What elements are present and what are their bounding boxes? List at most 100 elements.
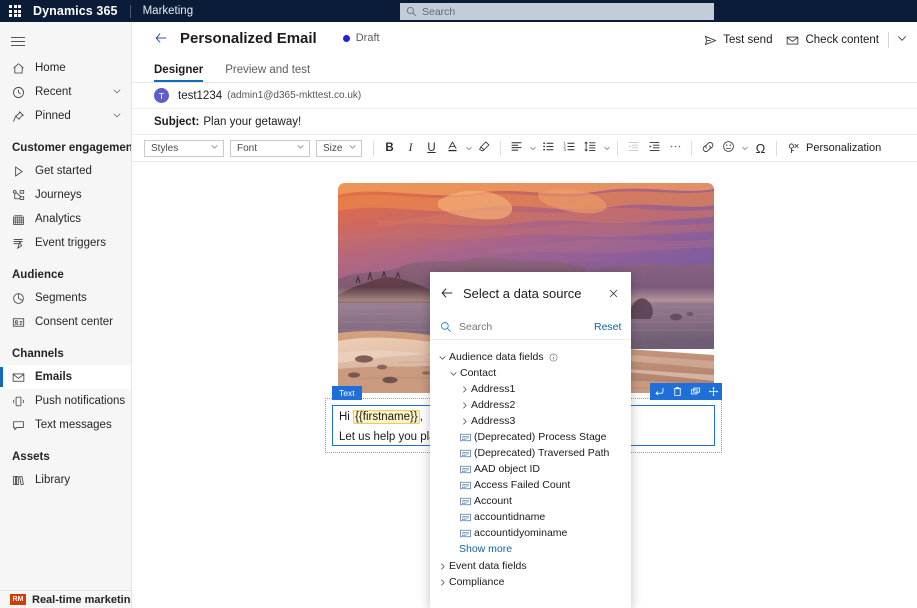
area-switcher[interactable]: RM Real-time marketing bbox=[0, 590, 131, 608]
sidebar-item-pinned[interactable]: Pinned bbox=[0, 104, 131, 128]
font-color-caret[interactable] bbox=[463, 138, 474, 159]
test-send-button[interactable]: Test send bbox=[697, 31, 779, 50]
search-input[interactable] bbox=[459, 320, 594, 333]
subject-row[interactable]: Subject: Plan your getaway! bbox=[132, 109, 917, 135]
sidebar-item-label: Consent center bbox=[35, 316, 113, 328]
test-send-label: Test send bbox=[723, 34, 773, 46]
italic-button[interactable]: I bbox=[400, 138, 421, 159]
info-icon[interactable] bbox=[549, 353, 558, 362]
tab-bar: Designer Preview and test bbox=[132, 54, 917, 82]
check-content-label: Check content bbox=[805, 34, 879, 46]
personalization-token[interactable]: {{firstname}} bbox=[353, 410, 420, 424]
align-button[interactable] bbox=[506, 138, 527, 159]
sidebar-group-title: Assets bbox=[12, 451, 50, 463]
page-header: Personalized Email Draft Test send Check… bbox=[132, 22, 917, 54]
sidebar-item-get-started[interactable]: Get started bbox=[0, 159, 131, 183]
status-dot-icon bbox=[342, 34, 350, 42]
sidebar-item-label: Library bbox=[35, 474, 71, 486]
sidebar-item-library[interactable]: Library bbox=[0, 468, 131, 492]
page-title: Personalized Email bbox=[180, 29, 317, 47]
play-triangle-icon bbox=[10, 163, 27, 179]
sidebar-item-consent-center[interactable]: Consent center bbox=[0, 310, 131, 334]
line-spacing-caret[interactable] bbox=[601, 138, 612, 159]
emoji-button[interactable] bbox=[718, 138, 739, 159]
tree-field-accountidyominame[interactable]: accountidyominame bbox=[430, 525, 631, 541]
sidebar-item-label: Home bbox=[35, 62, 66, 74]
chevron-right-icon bbox=[458, 417, 471, 426]
search-icon bbox=[406, 6, 417, 17]
field-icon bbox=[460, 481, 474, 490]
tab-preview-and-test[interactable]: Preview and test bbox=[225, 64, 310, 82]
sidebar-item-label: Recent bbox=[35, 86, 72, 98]
tab-designer[interactable]: Designer bbox=[154, 64, 204, 82]
tree-field-access-failed-count[interactable]: Access Failed Count bbox=[430, 477, 631, 493]
duplicate-icon[interactable] bbox=[686, 383, 704, 400]
tree-node-address3[interactable]: Address3 bbox=[430, 413, 631, 429]
hamburger-menu-icon bbox=[11, 34, 25, 49]
tree-node-audience-data-fields[interactable]: Audience data fields bbox=[430, 349, 631, 365]
header-overflow-button[interactable] bbox=[891, 28, 913, 52]
close-icon[interactable] bbox=[606, 286, 621, 301]
waffle-menu-button[interactable] bbox=[0, 0, 30, 22]
delete-icon[interactable] bbox=[668, 383, 686, 400]
dialog-search-row: Reset bbox=[430, 314, 631, 340]
personalization-button[interactable]: Personalization bbox=[782, 140, 886, 157]
sidebar-item-emails[interactable]: Emails bbox=[0, 365, 131, 389]
check-content-button[interactable]: Check content bbox=[779, 31, 886, 50]
tree-field-aad-object-id[interactable]: AAD object ID bbox=[430, 461, 631, 477]
tree-node-contact[interactable]: Contact bbox=[430, 365, 631, 381]
brand-title: Dynamics 365 bbox=[33, 4, 118, 18]
global-search-input[interactable]: Search bbox=[400, 3, 714, 20]
tree-node-label: Event data fields bbox=[449, 560, 527, 572]
align-left-icon bbox=[510, 140, 523, 156]
nav-collapse-button[interactable] bbox=[0, 26, 36, 56]
line-spacing-button[interactable] bbox=[580, 138, 601, 159]
subject-value: Plan your getaway! bbox=[203, 115, 302, 128]
indent-icon bbox=[648, 140, 661, 156]
numbered-list-icon: 123 bbox=[563, 140, 576, 156]
more-horizontal-icon bbox=[669, 140, 682, 156]
styles-dropdown[interactable]: Styles bbox=[144, 139, 224, 157]
sidebar-item-journeys[interactable]: Journeys bbox=[0, 183, 131, 207]
sidebar-item-event-triggers[interactable]: Event triggers bbox=[0, 231, 131, 255]
sidebar-item-push-notifications[interactable]: Push notifications bbox=[0, 389, 131, 413]
font-color-button[interactable] bbox=[442, 138, 463, 159]
bold-button[interactable]: B bbox=[379, 138, 400, 159]
sidebar-item-analytics[interactable]: Analytics bbox=[0, 207, 131, 231]
undo-icon[interactable] bbox=[650, 383, 668, 400]
tree-node-address2[interactable]: Address2 bbox=[430, 397, 631, 413]
sidebar-item-home[interactable]: Home bbox=[0, 56, 131, 80]
tree-field-deprecated-process-stage[interactable]: (Deprecated) Process Stage bbox=[430, 429, 631, 445]
show-more-link[interactable]: Show more bbox=[430, 541, 631, 558]
link-icon bbox=[701, 140, 715, 157]
outdent-button[interactable] bbox=[623, 138, 644, 159]
indent-button[interactable] bbox=[644, 138, 665, 159]
sidebar-item-text-messages[interactable]: Text messages bbox=[0, 413, 131, 437]
align-caret[interactable] bbox=[527, 138, 538, 159]
back-arrow-icon[interactable] bbox=[440, 286, 454, 300]
tree-field-accountidname[interactable]: accountidname bbox=[430, 509, 631, 525]
bulleted-list-button[interactable] bbox=[538, 138, 559, 159]
mobile-icon bbox=[10, 393, 27, 409]
tree-node-address1[interactable]: Address1 bbox=[430, 381, 631, 397]
size-dropdown[interactable]: Size bbox=[316, 139, 362, 157]
special-character-button[interactable]: Ω bbox=[750, 138, 771, 159]
more-options-button[interactable] bbox=[665, 138, 686, 159]
back-arrow-icon[interactable] bbox=[154, 31, 168, 45]
font-dropdown[interactable]: Font bbox=[230, 139, 310, 157]
highlight-button[interactable] bbox=[474, 138, 495, 159]
sidebar-item-segments[interactable]: Segments bbox=[0, 286, 131, 310]
tree-node-compliance[interactable]: Compliance bbox=[430, 574, 631, 590]
underline-button[interactable]: U bbox=[421, 138, 442, 159]
numbered-list-button[interactable]: 123 bbox=[559, 138, 580, 159]
tree-node-event-data-fields[interactable]: Event data fields bbox=[430, 558, 631, 574]
event-trigger-icon bbox=[10, 235, 27, 251]
sidebar-item-recent[interactable]: Recent bbox=[0, 80, 131, 104]
emoji-caret[interactable] bbox=[739, 138, 750, 159]
field-icon bbox=[460, 513, 474, 522]
reset-link[interactable]: Reset bbox=[594, 321, 621, 333]
link-button[interactable] bbox=[697, 138, 718, 159]
tree-field-account[interactable]: Account bbox=[430, 493, 631, 509]
move-icon[interactable] bbox=[704, 383, 722, 400]
tree-field-deprecated-traversed-path[interactable]: (Deprecated) Traversed Path bbox=[430, 445, 631, 461]
